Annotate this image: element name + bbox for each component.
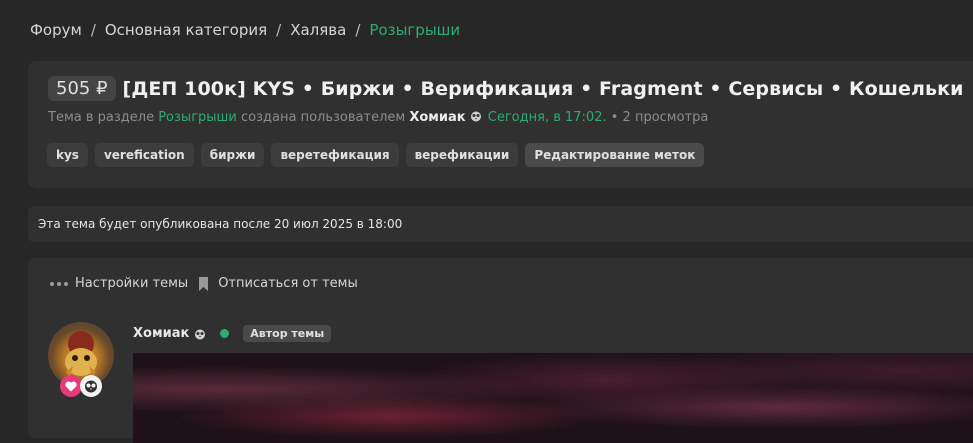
tag-exchanges[interactable]: биржи xyxy=(200,143,265,167)
online-dot-icon xyxy=(220,329,230,338)
breadcrumb-freebies[interactable]: Халява xyxy=(290,21,346,39)
tag-kys[interactable]: kys xyxy=(47,143,88,167)
breadcrumb-separator: / xyxy=(90,21,96,39)
thread-settings-link[interactable]: Настройки темы xyxy=(75,276,188,291)
unsubscribe-link[interactable]: Отписаться от темы xyxy=(218,276,358,291)
meta-section-link[interactable]: Розыгрыши xyxy=(158,110,237,125)
thread-title: [ДЕП 100к] KYS • Биржи • Верификация • F… xyxy=(122,77,964,100)
author-badge: Автор темы xyxy=(243,325,332,342)
owl-icon xyxy=(80,375,102,397)
breadcrumb-giveaways[interactable]: Розыгрыши xyxy=(369,21,460,39)
thread-title-row: 505 ₽ [ДЕП 100к] KYS • Биржи • Верификац… xyxy=(48,76,964,101)
post: Настройки темы Отписаться от темы Хомиак… xyxy=(28,258,973,443)
tag-verefication[interactable]: verefication xyxy=(94,143,194,167)
post-actions: Настройки темы Отписаться от темы xyxy=(50,276,358,291)
dots-icon[interactable] xyxy=(50,281,68,286)
post-author-name[interactable]: Хомиак xyxy=(133,326,189,341)
heart-icon xyxy=(60,375,82,397)
breadcrumb-forum[interactable]: Форум xyxy=(30,21,82,39)
bookmark-icon[interactable] xyxy=(198,276,209,291)
post-image xyxy=(133,353,973,443)
tag-verefications[interactable]: верефикации xyxy=(405,143,519,167)
meta-author-link[interactable]: Хомиак xyxy=(409,110,465,125)
meta-views: • 2 просмотра xyxy=(610,110,709,125)
tag-veretefication[interactable]: веретефикация xyxy=(271,143,399,167)
edit-tags-button[interactable]: Редактирование меток xyxy=(525,143,705,167)
tag-list: kys verefication биржи веретефикация вер… xyxy=(47,143,705,167)
meta-prefix: Тема в разделе xyxy=(48,110,155,125)
meta-date[interactable]: Сегодня, в 17:02. xyxy=(488,110,607,125)
breadcrumb-main-category[interactable]: Основная категория xyxy=(105,21,267,39)
avatar[interactable] xyxy=(48,322,114,388)
post-author-row: Хомиак Автор темы xyxy=(133,325,332,342)
breadcrumb-separator: / xyxy=(355,21,361,39)
meta-created-by: создана пользователем xyxy=(241,110,406,125)
price-badge: 505 ₽ xyxy=(48,76,116,101)
thread-header: 505 ₽ [ДЕП 100к] KYS • Биржи • Верификац… xyxy=(28,61,973,188)
breadcrumb: Форум / Основная категория / Халява / Розыгрыш… xyxy=(30,21,460,39)
publish-notice-text: Эта тема будет опубликована после 20 июл… xyxy=(38,217,403,231)
breadcrumb-separator: / xyxy=(276,21,282,39)
owl-icon xyxy=(470,111,481,122)
avatar-image xyxy=(65,331,97,378)
owl-icon xyxy=(195,329,206,339)
publish-notice: Эта тема будет опубликована после 20 июл… xyxy=(28,206,973,242)
thread-meta: Тема в разделе Розыгрыши создана пользов… xyxy=(48,110,708,125)
